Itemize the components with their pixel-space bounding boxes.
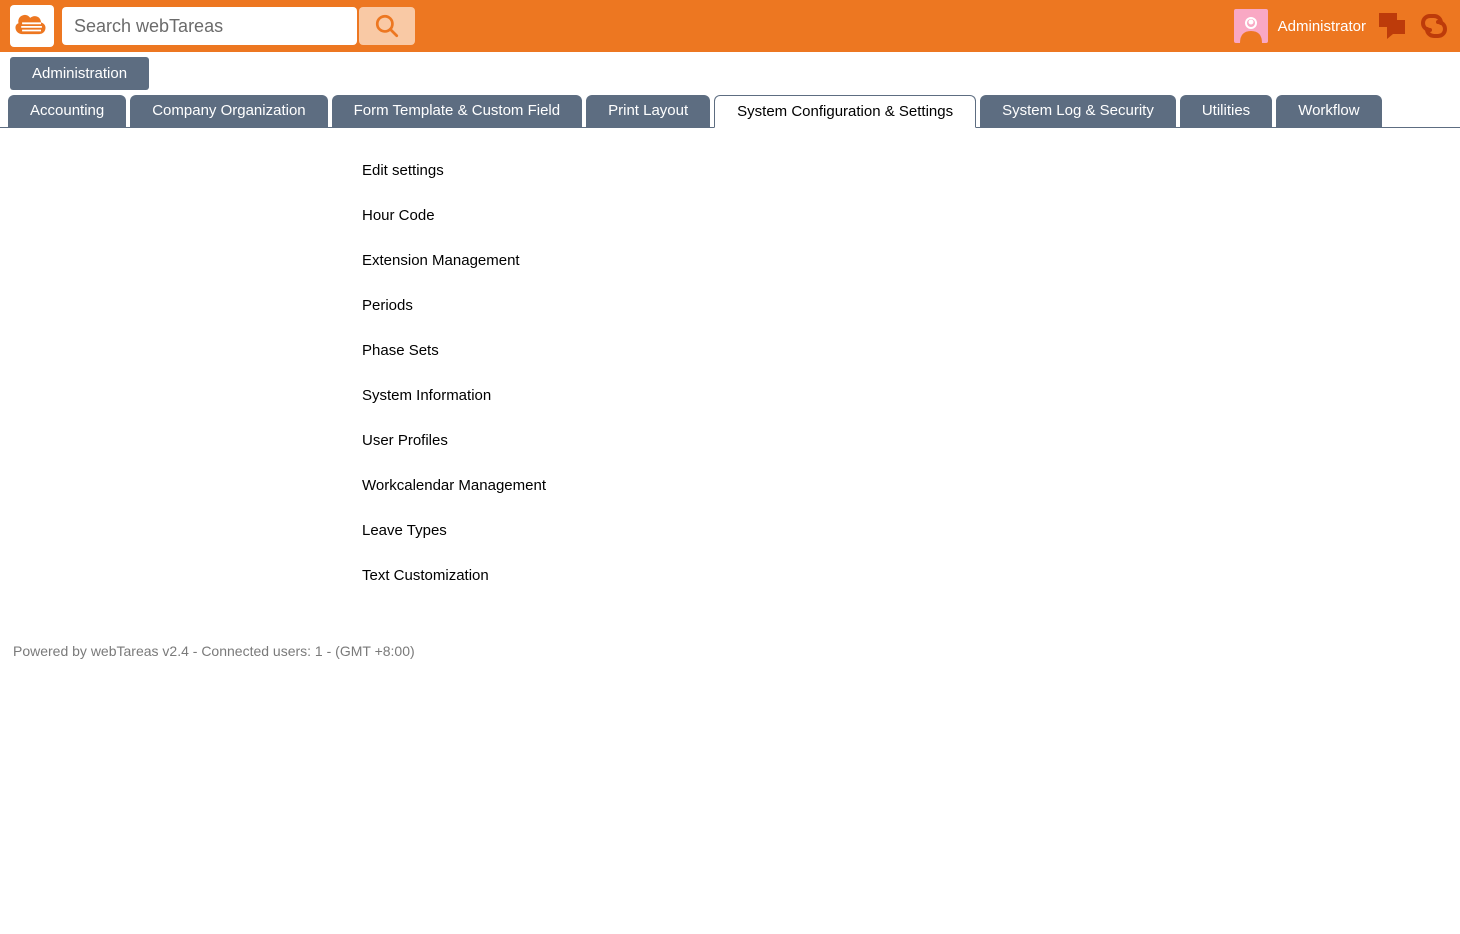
menu-periods[interactable]: Periods xyxy=(362,287,1460,324)
content-area: Edit settings Hour Code Extension Manage… xyxy=(0,128,1460,594)
breadcrumb-bar: Administration xyxy=(0,52,1460,95)
tab-system-configuration[interactable]: System Configuration & Settings xyxy=(714,95,976,128)
tab-form-template[interactable]: Form Template & Custom Field xyxy=(332,95,582,127)
header-right: Administrator xyxy=(1234,9,1450,43)
menu-user-profiles[interactable]: User Profiles xyxy=(362,422,1460,459)
avatar-icon xyxy=(1236,13,1266,43)
search-container xyxy=(62,7,415,45)
link-icon xyxy=(1418,10,1450,42)
cloud-logo-icon xyxy=(14,13,50,39)
tab-system-log[interactable]: System Log & Security xyxy=(980,95,1176,127)
chat-icon xyxy=(1376,10,1408,42)
menu-extension-management[interactable]: Extension Management xyxy=(362,242,1460,279)
menu-text-customization[interactable]: Text Customization xyxy=(362,557,1460,594)
menu-edit-settings[interactable]: Edit settings xyxy=(362,152,1460,189)
logo[interactable] xyxy=(10,5,54,47)
tab-print-layout[interactable]: Print Layout xyxy=(586,95,710,127)
menu-leave-types[interactable]: Leave Types xyxy=(362,512,1460,549)
tab-workflow[interactable]: Workflow xyxy=(1276,95,1381,127)
menu-hour-code[interactable]: Hour Code xyxy=(362,197,1460,234)
menu-system-information[interactable]: System Information xyxy=(362,377,1460,414)
tab-company-organization[interactable]: Company Organization xyxy=(130,95,327,127)
menu-workcalendar-management[interactable]: Workcalendar Management xyxy=(362,467,1460,504)
tabs-bar: Accounting Company Organization Form Tem… xyxy=(0,95,1460,128)
search-icon xyxy=(374,13,400,39)
footer-text: Powered by webTareas v2.4 - Connected us… xyxy=(13,643,415,659)
search-input[interactable] xyxy=(62,7,357,45)
tab-accounting[interactable]: Accounting xyxy=(8,95,126,127)
user-name-link[interactable]: Administrator xyxy=(1278,18,1366,35)
menu-phase-sets[interactable]: Phase Sets xyxy=(362,332,1460,369)
breadcrumb-administration[interactable]: Administration xyxy=(10,57,149,90)
link-icon-button[interactable] xyxy=(1418,10,1450,42)
tab-utilities[interactable]: Utilities xyxy=(1180,95,1272,127)
search-button[interactable] xyxy=(359,7,415,45)
avatar[interactable] xyxy=(1234,9,1268,43)
header-bar: Administrator xyxy=(0,0,1460,52)
chat-icon-button[interactable] xyxy=(1376,10,1408,42)
